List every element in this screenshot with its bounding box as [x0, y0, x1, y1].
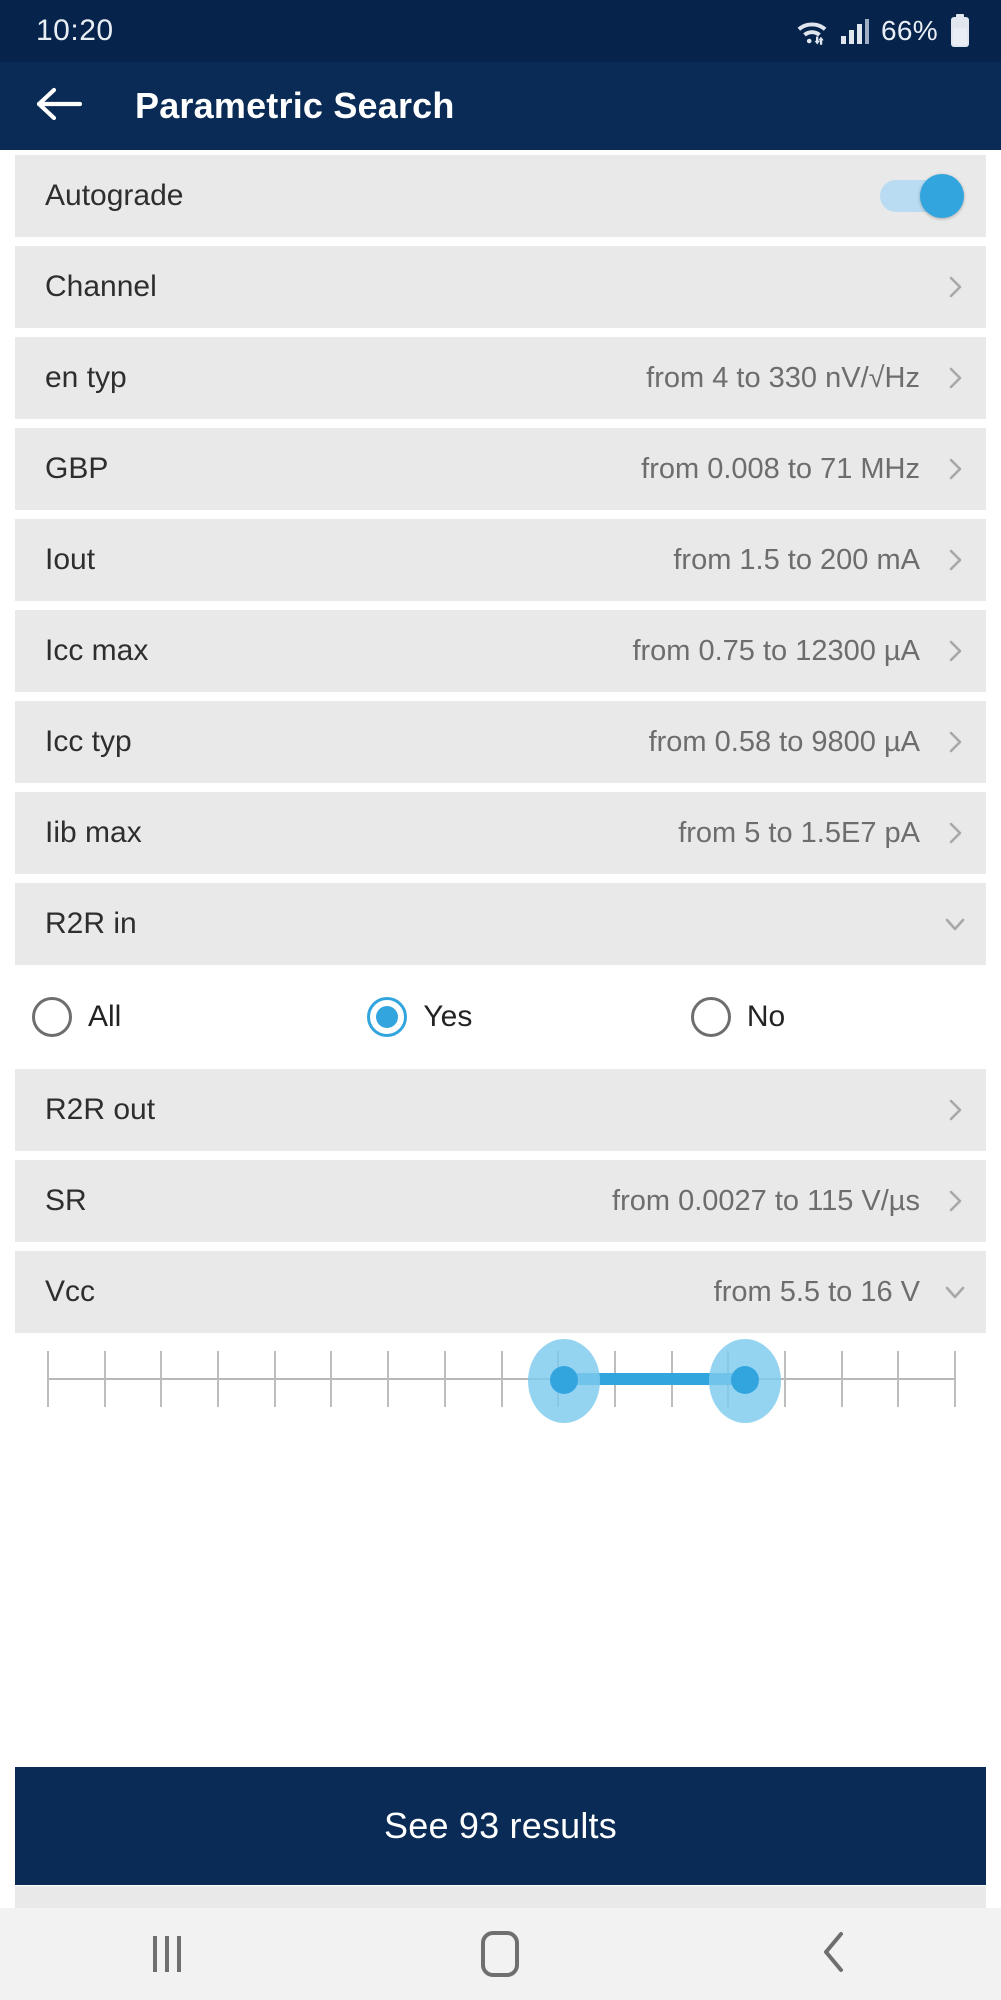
- chevron-right-icon: [942, 547, 968, 573]
- filter-row[interactable]: Autograde: [15, 155, 986, 237]
- radio-option-label: All: [88, 1000, 122, 1033]
- filter-row-label: R2R out: [45, 1093, 156, 1126]
- radio-option-all[interactable]: All: [15, 997, 335, 1037]
- filter-row-value: from 1.5 to 200 mA: [673, 543, 920, 576]
- slider-body: [47, 1339, 956, 1423]
- vcc-range-slider[interactable]: [15, 1339, 986, 1423]
- slider-tick: [47, 1351, 49, 1407]
- battery-percent-label: 66%: [881, 15, 938, 46]
- app-bar: Parametric Search: [0, 62, 1001, 150]
- radio-option-no[interactable]: No: [656, 997, 986, 1037]
- filter-row-value: from 0.58 to 9800 µA: [648, 725, 920, 758]
- cellular-signal-icon: [840, 16, 870, 46]
- slider-tick: [387, 1351, 390, 1407]
- back-button[interactable]: [33, 80, 85, 132]
- see-results-label: See 93 results: [384, 1805, 617, 1846]
- filter-row[interactable]: Iout from 1.5 to 200 mA: [15, 519, 986, 601]
- slider-tick: [103, 1351, 106, 1407]
- slider-tick: [273, 1351, 276, 1407]
- status-clock: 10:20: [36, 14, 114, 47]
- filter-row-value: from 0.75 to 12300 µA: [632, 634, 920, 667]
- filter-row-label: Channel: [45, 270, 157, 303]
- filter-list: Autograde Channel en typ from 4 to 330 nV/√…: [0, 150, 1001, 1423]
- chevron-right-icon: [942, 820, 968, 846]
- filter-row-label: Vcc: [45, 1275, 96, 1308]
- slider-tick: [840, 1351, 843, 1407]
- toggle-knob: [920, 174, 964, 218]
- page-title: Parametric Search: [135, 85, 455, 126]
- filter-row[interactable]: Icc max from 0.75 to 12300 µA: [15, 610, 986, 692]
- chevron-right-icon: [942, 274, 968, 300]
- chevron-right-icon: [942, 638, 968, 664]
- filter-row[interactable]: GBP from 0.008 to 71 MHz: [15, 428, 986, 510]
- status-indicators: 66%: [795, 14, 971, 48]
- filter-row-label: Autograde: [45, 179, 184, 212]
- radio-option-label: Yes: [423, 1000, 473, 1033]
- slider-tick: [897, 1351, 900, 1407]
- filter-row[interactable]: en typ from 4 to 330 nV/√Hz: [15, 337, 986, 419]
- filter-row[interactable]: R2R in: [15, 883, 986, 965]
- partial-row-label: Vio max: [30, 1886, 138, 1890]
- filter-row[interactable]: Iib max from 5 to 1.5E7 pA: [15, 792, 986, 874]
- phone-screen: 10:20 66% Parametric Search Autograde Ch…: [0, 0, 1001, 2000]
- filter-row-label: R2R in: [45, 907, 137, 940]
- filter-row-value: from 0.008 to 71 MHz: [641, 452, 920, 485]
- chevron-right-icon: [942, 365, 968, 391]
- filter-row-label: SR: [45, 1184, 87, 1217]
- home-icon: [481, 1931, 520, 1977]
- radio-option-label: No: [746, 1000, 786, 1033]
- nav-home-button[interactable]: [440, 1908, 560, 2000]
- chevron-down-icon: [942, 911, 968, 937]
- see-results-button[interactable]: See 93 results: [15, 1767, 986, 1885]
- filter-row-label: Icc typ: [45, 725, 132, 758]
- slider-handle-low[interactable]: [549, 1366, 578, 1394]
- recents-icon: [152, 1936, 181, 1972]
- slider-tick: [217, 1351, 220, 1407]
- filter-row-label: Iout: [45, 543, 96, 576]
- filter-row-label: Iib max: [45, 816, 142, 849]
- radio-option-yes[interactable]: Yes: [335, 997, 655, 1037]
- radio-unselected-icon: [32, 997, 72, 1037]
- filter-row[interactable]: R2R out: [15, 1069, 986, 1151]
- filter-row-value: from 0.0027 to 115 V/µs: [612, 1184, 920, 1217]
- radio-unselected-icon: [690, 997, 731, 1037]
- slider-tick: [330, 1351, 333, 1407]
- slider-tick: [783, 1351, 786, 1407]
- filter-row-label: en typ: [45, 361, 127, 394]
- nav-recents-button[interactable]: [107, 1908, 227, 2000]
- slider-tick: [160, 1351, 163, 1407]
- autograde-toggle[interactable]: [880, 174, 964, 218]
- slider-tick: [443, 1351, 446, 1407]
- filter-row-label: GBP: [45, 452, 109, 485]
- status-bar: 10:20 66%: [0, 0, 1001, 62]
- filter-row[interactable]: Icc typ from 0.58 to 9800 µA: [15, 701, 986, 783]
- filter-row-label: Icc max: [45, 634, 149, 667]
- nav-back-button[interactable]: [774, 1908, 894, 2000]
- partial-filter-row[interactable]: Vio max from 0.005 to 12 mV ›: [15, 1886, 986, 1908]
- filter-row-value: from 4 to 330 nV/√Hz: [646, 361, 920, 394]
- wifi-icon: [795, 16, 829, 46]
- chevron-right-icon: [942, 1188, 968, 1214]
- chevron-right-icon: ›: [969, 1886, 978, 1893]
- chevron-right-icon: [942, 729, 968, 755]
- slider-tick: [500, 1351, 503, 1407]
- filter-row-value: from 5 to 1.5E7 pA: [678, 816, 920, 849]
- partial-row-value: from 0.005 to 12 mV: [668, 1886, 931, 1889]
- chevron-right-icon: [942, 1097, 968, 1123]
- filter-row[interactable]: SR from 0.0027 to 115 V/µs: [15, 1160, 986, 1242]
- nav-back-icon: [820, 1930, 848, 1979]
- system-nav-bar: [0, 1908, 1001, 2000]
- chevron-down-icon: [942, 1279, 968, 1305]
- filter-row[interactable]: Channel: [15, 246, 986, 328]
- back-arrow-icon: [36, 86, 83, 127]
- filter-row-value: from 5.5 to 16 V: [713, 1275, 920, 1308]
- radio-selected-icon: [367, 997, 408, 1037]
- chevron-right-icon: [942, 456, 968, 482]
- r2r-in-radio-group: All Yes No: [15, 974, 986, 1060]
- battery-icon: [949, 14, 971, 48]
- filter-row[interactable]: Vcc from 5.5 to 16 V: [15, 1251, 986, 1333]
- slider-tick: [954, 1351, 956, 1407]
